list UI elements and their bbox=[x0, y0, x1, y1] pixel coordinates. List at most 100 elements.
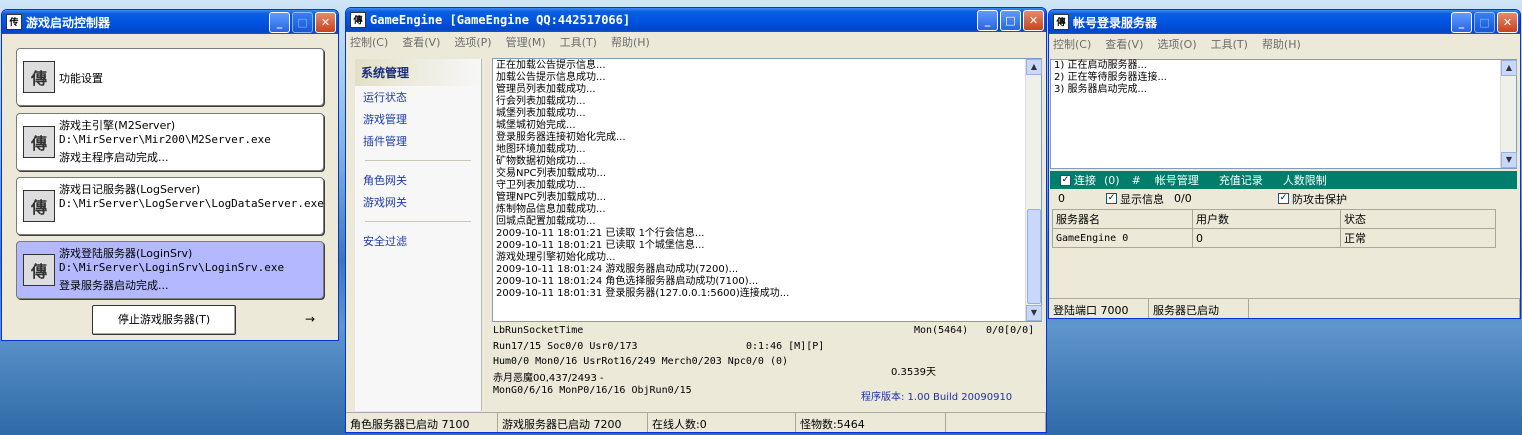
sidebar-item-game[interactable]: 游戏管理 bbox=[355, 108, 481, 130]
log-line: 2009-10-11 18:01:21 已读取 1个行会信息... bbox=[496, 228, 705, 239]
stat-time: 0:1:46 [M][P] bbox=[746, 341, 825, 352]
menu-help[interactable]: 帮助(H) bbox=[611, 34, 650, 50]
close-icon[interactable]: ✕ bbox=[315, 11, 336, 33]
table-header: 服务器名 用户数 状态 bbox=[1052, 209, 1496, 229]
log-line: 回城点配置加载成功... bbox=[496, 216, 596, 227]
scroll-thumb[interactable] bbox=[1027, 209, 1041, 304]
log-line: 炼制物品信息加载成功... bbox=[496, 204, 606, 215]
stat-zero: 0/0[0/0] bbox=[986, 325, 1035, 336]
menu-options[interactable]: 选项(P) bbox=[454, 34, 491, 50]
connect-checkbox[interactable]: ✓ bbox=[1060, 174, 1071, 186]
log-line: 加载公告提示信息成功... bbox=[496, 72, 606, 83]
card-path: D:\MirServer\LoginSrv\LoginSrv.exe bbox=[59, 261, 285, 274]
login-log-scrollbar[interactable]: ▲ ▼ bbox=[1500, 60, 1517, 168]
log-line: 游戏处理引擎初始化成功... bbox=[496, 252, 616, 263]
arrow-icon: → bbox=[305, 312, 316, 326]
log-line: 地图环境加载成功... bbox=[496, 144, 586, 155]
log-line: 登录服务器连接初始化完成... bbox=[496, 132, 626, 143]
menu-options[interactable]: 选项(O) bbox=[1157, 36, 1196, 52]
menu-control[interactable]: 控制(C) bbox=[1053, 36, 1091, 52]
gameengine-statusbar: 角色服务器已启动 7100 游戏服务器已启动 7200 在线人数:0 怪物数:5… bbox=[346, 412, 1046, 432]
log-line: 2009-10-11 18:01:24 角色选择服务器启动成功(7100)... bbox=[496, 276, 759, 287]
launcher-titlebar[interactable]: 传 游戏启动控制器 _ □ ✕ bbox=[2, 10, 338, 34]
log-line: 城堡城初始完成... bbox=[496, 120, 576, 131]
col-server-name[interactable]: 服务器名 bbox=[1052, 209, 1193, 229]
protect-checkbox[interactable]: ✓ bbox=[1278, 193, 1289, 204]
sidebar-header: 系统管理 bbox=[355, 59, 481, 86]
recharge-record-link[interactable]: 充值记录 bbox=[1219, 172, 1263, 188]
login-statusbar: 登陆端口 7000 服务器已启动 bbox=[1049, 298, 1520, 318]
card-status: 登录服务器启动完成... bbox=[59, 279, 169, 292]
col-status[interactable]: 状态 bbox=[1340, 209, 1496, 229]
stat-days: 0.3539天 bbox=[891, 367, 936, 378]
menu-manage[interactable]: 管理(M) bbox=[506, 34, 546, 50]
col-users[interactable]: 用户数 bbox=[1192, 209, 1341, 229]
log-scrollbar[interactable]: ▲ ▼ bbox=[1025, 59, 1042, 321]
log-line: 守卫列表加载成功... bbox=[496, 180, 586, 191]
status-empty bbox=[1249, 299, 1520, 318]
scroll-down-icon[interactable]: ▼ bbox=[1026, 305, 1042, 321]
stop-server-button[interactable]: 停止游戏服务器(T) bbox=[92, 305, 236, 335]
hash-label: # bbox=[1131, 173, 1141, 187]
minimize-icon[interactable]: _ bbox=[269, 11, 290, 33]
stat-mong: MonG0/6/16 MonP0/16/16 ObjRun0/15 bbox=[493, 385, 692, 396]
card-settings[interactable]: 傳 功能设置 bbox=[16, 48, 324, 106]
menu-help[interactable]: 帮助(H) bbox=[1262, 36, 1301, 52]
stat-mon: Mon(5464) bbox=[914, 325, 969, 336]
cell-users: 0 bbox=[1192, 228, 1341, 248]
maximize-icon[interactable]: □ bbox=[1000, 9, 1021, 31]
minimize-icon[interactable]: _ bbox=[977, 9, 998, 31]
log-line: 2) 正在等待服务器连接... bbox=[1054, 72, 1167, 83]
sidebar: 系统管理 运行状态 游戏管理 插件管理 角色网关 游戏网关 安全过滤 bbox=[355, 59, 482, 411]
sidebar-item-filter[interactable]: 安全过滤 bbox=[355, 230, 481, 252]
user-limit-link[interactable]: 人数限制 bbox=[1283, 172, 1327, 188]
menu-tools[interactable]: 工具(T) bbox=[560, 34, 597, 50]
sidebar-item-plugins[interactable]: 插件管理 bbox=[355, 130, 481, 152]
sidebar-item-status[interactable]: 运行状态 bbox=[355, 86, 481, 108]
ratio-value: 0/0 bbox=[1174, 192, 1192, 205]
account-manage-link[interactable]: 帐号管理 bbox=[1155, 172, 1199, 188]
scroll-up-icon[interactable]: ▲ bbox=[1501, 60, 1517, 76]
log-line: 3) 服务器启动完成... bbox=[1054, 84, 1147, 95]
gameengine-window: 傳 GameEngine [GameEngine QQ:442517066] _… bbox=[345, 7, 1047, 433]
menu-view[interactable]: 查看(V) bbox=[1105, 36, 1143, 52]
close-icon[interactable]: ✕ bbox=[1023, 9, 1044, 31]
sidebar-item-role-gate[interactable]: 角色网关 bbox=[355, 169, 481, 191]
gameengine-title: GameEngine [GameEngine QQ:442517066] bbox=[370, 13, 631, 27]
scroll-up-icon[interactable]: ▲ bbox=[1026, 59, 1042, 75]
server-table: 服务器名 用户数 状态 GameEngine 0 0 正常 bbox=[1052, 209, 1496, 248]
menu-tools[interactable]: 工具(T) bbox=[1211, 36, 1248, 52]
logo-icon: 傳 bbox=[23, 190, 55, 222]
login-titlebar[interactable]: 傳 帐号登录服务器 _ □ ✕ bbox=[1049, 10, 1520, 34]
minimize-icon[interactable]: _ bbox=[1451, 11, 1472, 33]
log-line: 1) 正在启动服务器... bbox=[1054, 60, 1147, 71]
app-icon: 传 bbox=[6, 14, 22, 30]
connect-label: 连接 bbox=[1074, 174, 1096, 187]
launcher-window: 传 游戏启动控制器 _ □ ✕ 傳 功能设置 傳 游戏主引擎(M2Server)… bbox=[1, 9, 339, 341]
table-row[interactable]: GameEngine 0 0 正常 bbox=[1052, 228, 1496, 248]
stat-socket: LbRunSocketTime bbox=[493, 325, 584, 336]
card-label: 游戏登陆服务器(LoginSrv) bbox=[59, 247, 193, 260]
show-info-checkbox[interactable]: ✓ bbox=[1106, 193, 1117, 204]
card-m2server[interactable]: 傳 游戏主引擎(M2Server) D:\MirServer\Mir200\M2… bbox=[16, 113, 324, 171]
card-loginsrv[interactable]: 傳 游戏登陆服务器(LoginSrv) D:\MirServer\LoginSr… bbox=[16, 241, 324, 299]
cell-status: 正常 bbox=[1340, 228, 1496, 248]
sidebar-item-game-gate[interactable]: 游戏网关 bbox=[355, 191, 481, 213]
menu-control[interactable]: 控制(C) bbox=[350, 34, 388, 50]
log-line: 2009-10-11 18:01:21 已读取 1个城堡信息... bbox=[496, 240, 705, 251]
stat-run: Run17/15 Soc0/0 Usr0/173 bbox=[493, 341, 638, 352]
close-icon[interactable]: ✕ bbox=[1497, 11, 1518, 33]
status-empty bbox=[946, 413, 1046, 432]
menu-view[interactable]: 查看(V) bbox=[402, 34, 440, 50]
card-logserver[interactable]: 傳 游戏日记服务器(LogServer) D:\MirServer\LogSer… bbox=[16, 177, 324, 235]
status-online: 在线人数:0 bbox=[648, 413, 796, 432]
cell-server-name: GameEngine 0 bbox=[1052, 228, 1193, 248]
card-status: 游戏主程序启动完成... bbox=[59, 151, 169, 164]
log-textarea[interactable]: 正在加载公告提示信息... 加载公告提示信息成功... 管理员列表加载成功... 行会… bbox=[492, 58, 1042, 322]
version-label: 程序版本: 1.00 Build 20090910 bbox=[861, 392, 1013, 403]
scroll-down-icon[interactable]: ▼ bbox=[1501, 152, 1517, 168]
gameengine-titlebar[interactable]: 傳 GameEngine [GameEngine QQ:442517066] _… bbox=[346, 8, 1046, 32]
card-label: 游戏日记服务器(LogServer) bbox=[59, 183, 201, 196]
login-log-textarea[interactable]: 1) 正在启动服务器... 2) 正在等待服务器连接... 3) 服务器启动完成… bbox=[1050, 59, 1517, 169]
status-game-server: 游戏服务器已启动 7200 bbox=[498, 413, 648, 432]
